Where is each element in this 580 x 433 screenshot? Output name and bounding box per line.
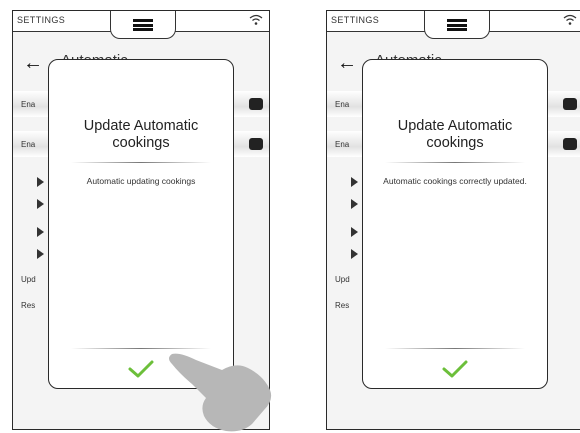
hamburger-menu-icon[interactable] — [447, 19, 467, 31]
toggle-switch[interactable] — [563, 98, 577, 110]
toggle-switch[interactable] — [249, 98, 263, 110]
dialog-message: Automatic cookings correctly updated. — [383, 176, 527, 186]
play-arrow-icon[interactable] — [37, 199, 44, 209]
wifi-icon — [249, 14, 263, 25]
divider — [71, 162, 211, 163]
play-arrow-icon[interactable] — [37, 227, 44, 237]
dialog-title: Update Automatic cookings — [83, 118, 199, 151]
settings-row-reset[interactable]: Res — [335, 301, 349, 310]
back-arrow-icon[interactable]: ← — [337, 52, 357, 75]
play-arrow-icon[interactable] — [37, 177, 44, 187]
divider — [385, 348, 525, 349]
checkmark-icon[interactable] — [127, 358, 155, 380]
row-label: Ena — [335, 140, 350, 149]
row-label: Ena — [335, 100, 350, 109]
divider — [71, 348, 211, 349]
wifi-icon — [563, 14, 577, 25]
back-arrow-icon[interactable]: ← — [23, 52, 43, 75]
dialog-message: Automatic updating cookings — [86, 176, 196, 186]
play-arrow-icon[interactable] — [37, 249, 44, 259]
hamburger-menu-icon[interactable] — [133, 19, 153, 31]
device-screen-right: SETTINGS ← Automatic Ena Ena Upd Res Upd… — [326, 10, 580, 430]
play-arrow-icon[interactable] — [351, 177, 358, 187]
play-arrow-icon[interactable] — [351, 199, 358, 209]
row-label: Ena — [21, 140, 36, 149]
menu-tab[interactable] — [110, 11, 176, 39]
row-label: Ena — [21, 100, 36, 109]
settings-row-update[interactable]: Upd — [21, 275, 36, 284]
update-dialog: Update Automatic cookings Automatic cook… — [362, 59, 548, 389]
toggle-switch[interactable] — [563, 138, 577, 150]
settings-label: SETTINGS — [17, 15, 66, 25]
settings-label: SETTINGS — [331, 15, 380, 25]
settings-row-reset[interactable]: Res — [21, 301, 35, 310]
play-arrow-icon[interactable] — [351, 227, 358, 237]
menu-tab[interactable] — [424, 11, 490, 39]
divider — [385, 162, 525, 163]
play-arrow-icon[interactable] — [351, 249, 358, 259]
checkmark-icon[interactable] — [441, 358, 469, 380]
settings-row-update[interactable]: Upd — [335, 275, 350, 284]
toggle-switch[interactable] — [249, 138, 263, 150]
update-dialog: Update Automatic cookings Automatic upda… — [48, 59, 234, 389]
pointing-hand-icon — [169, 353, 272, 432]
dialog-title: Update Automatic cookings — [397, 118, 513, 151]
